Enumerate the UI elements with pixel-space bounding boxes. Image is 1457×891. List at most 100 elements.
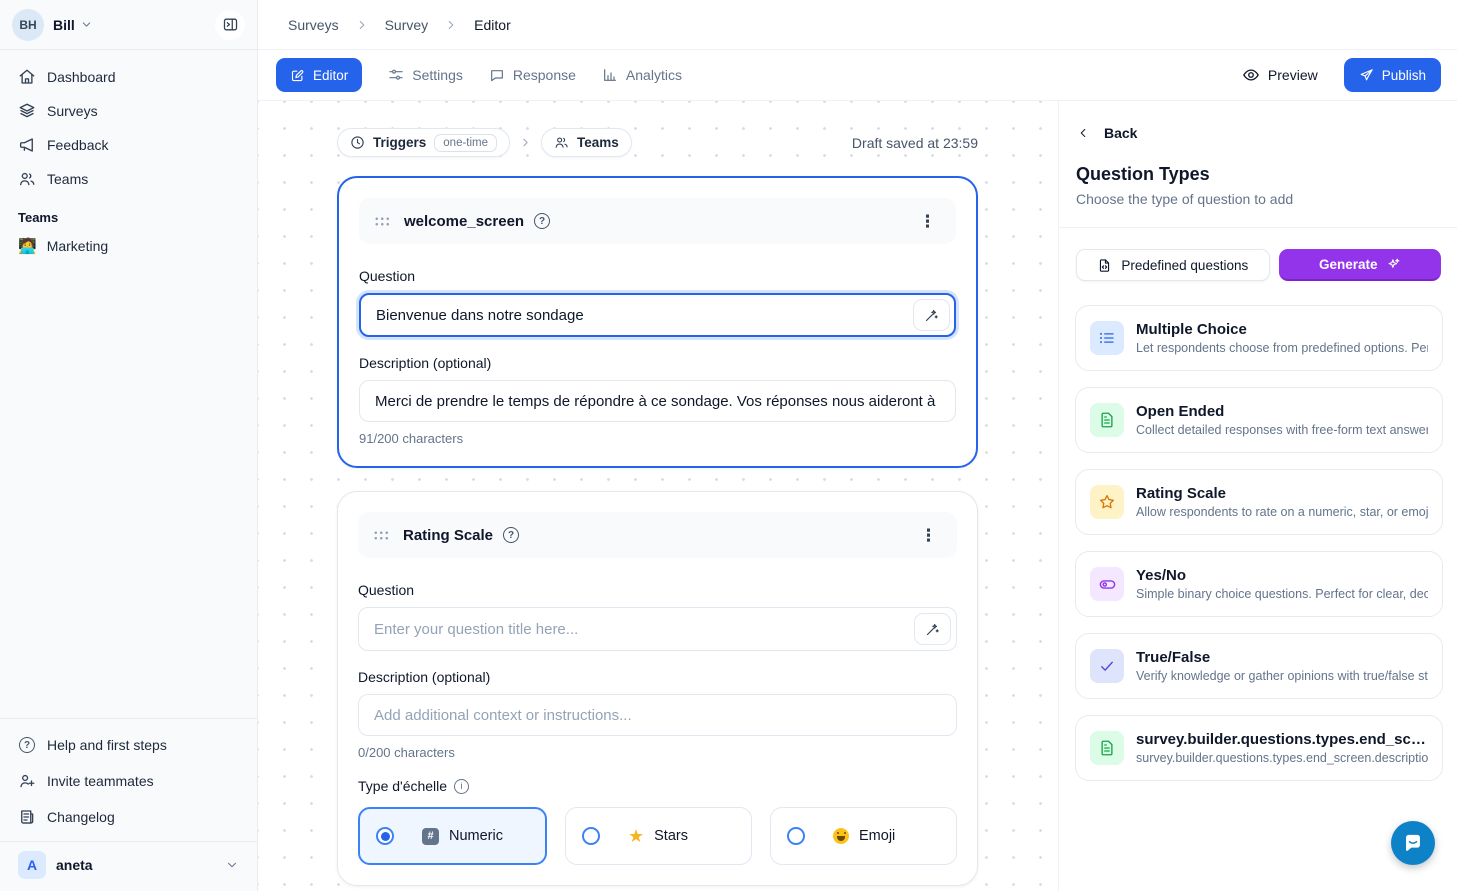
breadcrumb-survey[interactable]: Survey <box>385 17 429 33</box>
sidebar: BH Bill Dashboard Surveys <box>0 0 258 891</box>
tab-settings[interactable]: Settings <box>388 67 463 83</box>
send-icon <box>1359 68 1374 83</box>
sidebar-item-invite[interactable]: Invite teammates <box>10 763 247 799</box>
chevron-down-icon <box>225 858 239 872</box>
kebab-menu-icon[interactable]: ⋮ <box>914 523 943 548</box>
file-text-icon <box>1090 403 1124 437</box>
question-description-input[interactable] <box>359 380 956 422</box>
publish-button[interactable]: Publish <box>1344 58 1441 92</box>
triggers-badge: one-time <box>434 134 497 152</box>
pencil-square-icon <box>290 68 305 83</box>
help-circle-icon[interactable]: ? <box>503 527 519 543</box>
question-card-body: Question Description (optional) 91/200 c… <box>339 244 976 466</box>
file-code-icon <box>1097 258 1112 273</box>
help-circle-icon[interactable]: ? <box>534 213 550 229</box>
drag-handle-icon[interactable] <box>372 529 389 542</box>
chat-bubble-icon <box>1400 830 1426 856</box>
sidebar-team-marketing[interactable]: 🧑‍💻 Marketing <box>0 229 257 263</box>
triggers-pill[interactable]: Triggers one-time <box>337 128 510 157</box>
breadcrumb-surveys[interactable]: Surveys <box>288 17 339 33</box>
scale-option-stars[interactable]: ★ Stars <box>565 807 752 865</box>
back-button[interactable]: Back <box>1076 125 1441 141</box>
file-text-icon <box>1090 731 1124 765</box>
magic-wand-button[interactable] <box>913 299 950 331</box>
question-type-title: True/False <box>1136 649 1428 666</box>
question-title-input[interactable] <box>358 607 957 651</box>
scale-option-label: Numeric <box>449 828 503 844</box>
breadcrumb: Surveys Survey Editor <box>258 0 1457 50</box>
sidebar-item-feedback[interactable]: Feedback <box>10 128 247 162</box>
canvas-header-row: Triggers one-time Teams Draft saved at 2… <box>337 128 978 157</box>
chevron-right-icon <box>519 136 532 149</box>
back-label: Back <box>1104 125 1137 141</box>
tab-response[interactable]: Response <box>489 67 576 83</box>
question-description-input[interactable] <box>358 694 957 736</box>
tab-analytics[interactable]: Analytics <box>602 67 682 83</box>
question-type-title: Open Ended <box>1136 403 1428 420</box>
question-type-description: Verify knowledge or gather opinions with… <box>1136 669 1428 683</box>
generate-button[interactable]: Generate <box>1279 249 1441 281</box>
kebab-menu-icon[interactable]: ⋮ <box>913 209 942 234</box>
sidebar-item-label: Feedback <box>47 137 108 153</box>
radio-selected-icon <box>376 827 394 845</box>
question-type-title: Multiple Choice <box>1136 321 1428 338</box>
tab-label: Response <box>513 67 576 83</box>
question-type-title: Rating Scale <box>1136 485 1428 502</box>
sidebar-item-surveys[interactable]: Surveys <box>10 94 247 128</box>
question-card-header: Rating Scale ? ⋮ <box>358 512 957 558</box>
panel-right-icon <box>222 16 239 33</box>
scale-option-label: Stars <box>654 828 688 844</box>
magic-wand-button[interactable] <box>914 613 951 645</box>
question-type-end-screen[interactable]: survey.builder.questions.types.end_scr..… <box>1075 715 1443 781</box>
scale-option-emoji[interactable]: Emoji <box>770 807 957 865</box>
drag-handle-icon[interactable] <box>373 215 390 228</box>
magic-wand-icon <box>924 308 939 323</box>
question-card-rating-scale[interactable]: Rating Scale ? ⋮ Question Description (o… <box>337 491 978 886</box>
sliders-icon <box>388 67 404 83</box>
tab-label: Analytics <box>626 67 682 83</box>
breadcrumb-editor: Editor <box>474 17 511 33</box>
tab-label: Settings <box>412 67 463 83</box>
question-type-multiple-choice[interactable]: Multiple Choice Let respondents choose f… <box>1075 305 1443 371</box>
predefined-questions-button[interactable]: Predefined questions <box>1076 249 1270 281</box>
workspace-avatar: BH <box>12 9 44 41</box>
panel-title: Question Types <box>1076 164 1441 185</box>
sidebar-item-label: Help and first steps <box>47 737 167 753</box>
question-label: Question <box>358 582 957 598</box>
chat-launcher-button[interactable] <box>1391 821 1435 865</box>
question-type-open-ended[interactable]: Open Ended Collect detailed responses wi… <box>1075 387 1443 453</box>
check-icon <box>1090 649 1124 683</box>
users-icon <box>554 135 569 150</box>
question-type-rating-scale[interactable]: Rating Scale Allow respondents to rate o… <box>1075 469 1443 535</box>
preview-button[interactable]: Preview <box>1242 66 1318 84</box>
editor-toolbar: Editor Settings Response Analytics Previ… <box>258 50 1457 101</box>
teams-pill[interactable]: Teams <box>541 128 632 157</box>
sidebar-item-help[interactable]: ? Help and first steps <box>10 727 247 763</box>
tab-editor[interactable]: Editor <box>276 58 362 92</box>
workspace-switcher[interactable]: BH Bill <box>0 0 257 50</box>
question-type-yes-no[interactable]: Yes/No Simple binary choice questions. P… <box>1075 551 1443 617</box>
predefined-questions-label: Predefined questions <box>1121 258 1248 273</box>
radio-icon <box>787 827 805 845</box>
question-title-input[interactable] <box>359 293 956 337</box>
chevron-down-icon <box>80 18 93 31</box>
panel-subtitle: Choose the type of question to add <box>1076 191 1441 207</box>
sidebar-item-dashboard[interactable]: Dashboard <box>10 60 247 94</box>
sidebar-item-changelog[interactable]: Changelog <box>10 799 247 835</box>
draft-status: Draft saved at 23:59 <box>852 135 978 151</box>
org-switcher[interactable]: A aneta <box>0 841 257 891</box>
info-icon[interactable]: i <box>454 779 469 794</box>
sidebar-item-teams[interactable]: Teams <box>10 162 247 196</box>
question-card-title: welcome_screen <box>404 213 524 230</box>
scale-option-numeric[interactable]: # Numeric <box>358 807 547 865</box>
question-type-true-false[interactable]: True/False Verify knowledge or gather op… <box>1075 633 1443 699</box>
star-emoji-icon: ★ <box>628 827 644 845</box>
list-icon <box>1090 321 1124 355</box>
sidebar-collapse-button[interactable] <box>215 10 245 40</box>
sidebar-item-label: Invite teammates <box>47 773 154 789</box>
newspaper-icon <box>18 808 36 826</box>
question-card-welcome-screen[interactable]: welcome_screen ? ⋮ Question Description … <box>337 176 978 468</box>
character-count: 91/200 characters <box>359 431 956 446</box>
preview-label: Preview <box>1268 67 1318 83</box>
team-label: Marketing <box>47 238 108 254</box>
